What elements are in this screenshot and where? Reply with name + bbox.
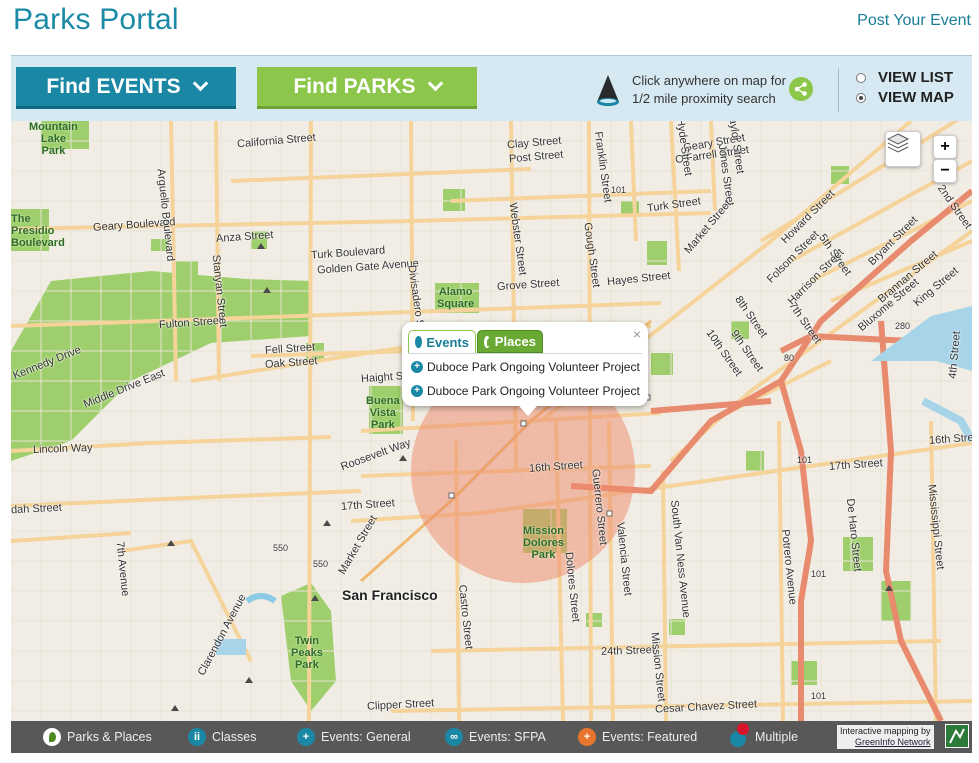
credit-line-1: Interactive mapping by — [840, 726, 931, 736]
view-list-label: VIEW LIST — [878, 69, 953, 86]
bottom-margin — [11, 753, 972, 763]
view-map-radio[interactable] — [856, 92, 866, 103]
find-parks-label: Find PARKS — [293, 74, 416, 98]
plus-icon — [415, 336, 423, 348]
greeninfo-logo-icon — [949, 728, 965, 744]
classes-icon: ii — [188, 728, 206, 746]
find-events-button[interactable]: Find EVENTS — [16, 67, 236, 109]
page-title: Parks Portal — [13, 3, 179, 36]
greeninfo-logo[interactable] — [945, 724, 969, 748]
popup-list-item[interactable]: + Duboce Park Ongoing Volunteer Project — [411, 360, 640, 374]
popup-pointer — [519, 406, 537, 416]
map-legend: Parks & Places ii Classes + Events: Gene… — [11, 721, 972, 753]
elevation-label: 550 — [313, 559, 329, 569]
park-label-mountain-lake: Mountain Lake Park — [29, 121, 78, 157]
post-event-link[interactable]: Post Your Event — [857, 12, 971, 30]
legend-events-sfpa[interactable]: ∞ Events: SFPA — [445, 721, 546, 753]
legend-multiple[interactable]: Multiple — [729, 721, 798, 753]
popup-tab-places[interactable]: Places — [477, 330, 543, 353]
greeninfo-link[interactable]: GreenInfo Network — [855, 737, 931, 747]
multiple-icon — [730, 723, 749, 747]
plus-icon: + — [578, 728, 596, 746]
map-popup: Events Places × + Duboce Park Ongoing Vo… — [402, 322, 648, 416]
mapping-credit: Interactive mapping by GreenInfo Network — [837, 725, 934, 749]
legend-label: Events: General — [321, 730, 411, 744]
view-list-radio[interactable] — [856, 72, 866, 83]
toolbar: Find EVENTS Find PARKS Click anywhere on… — [11, 55, 972, 121]
park-label-presidio: The Presidio Boulevard — [11, 213, 65, 249]
highway-shield: 101 — [611, 185, 627, 195]
find-parks-button[interactable]: Find PARKS — [257, 67, 477, 109]
share-icon — [794, 82, 807, 96]
park-label-alamo-square: Alamo Square — [437, 286, 475, 310]
toolbar-divider — [838, 68, 839, 112]
park-label-buena-vista: Buena Vista Park — [366, 395, 400, 431]
find-events-label: Find EVENTS — [46, 74, 181, 98]
leaf-icon — [43, 728, 61, 746]
view-map-option[interactable]: VIEW MAP — [856, 89, 954, 106]
legend-events-general[interactable]: + Events: General — [297, 721, 411, 753]
zoom-in-button[interactable]: + — [933, 135, 957, 159]
highway-shield: 101 — [797, 455, 813, 465]
elevation-label: 550 — [273, 543, 289, 553]
popup-tab-events-label: Events — [426, 334, 469, 350]
street-label: 24th Street — [600, 644, 656, 658]
legend-label: Classes — [212, 730, 257, 744]
park-label-mission-dolores: Mission Dolores Park — [523, 525, 564, 561]
popup-list-item[interactable]: + Duboce Park Ongoing Volunteer Project — [411, 384, 640, 398]
popup-divider — [408, 353, 642, 354]
plus-icon: + — [411, 385, 423, 397]
popup-item-label[interactable]: Duboce Park Ongoing Volunteer Project — [427, 360, 640, 374]
highway-shield: 101 — [811, 569, 827, 579]
proximity-hint: Click anywhere on map for 1/2 mile proxi… — [594, 72, 786, 108]
chevron-down-icon — [192, 75, 208, 92]
share-button[interactable] — [789, 77, 813, 101]
view-map-label: VIEW MAP — [878, 89, 954, 106]
park-label-twin-peaks: Twin Peaks Park — [291, 635, 323, 671]
city-label: San Francisco — [342, 587, 438, 603]
layers-button[interactable] — [885, 131, 921, 167]
proximity-line-2: 1/2 mile proximity search — [632, 91, 776, 106]
view-list-option[interactable]: VIEW LIST — [856, 69, 953, 86]
legend-events-featured[interactable]: + Events: Featured — [578, 721, 697, 753]
legend-label: Events: SFPA — [469, 730, 546, 744]
leaf-icon — [484, 335, 493, 348]
zoom-out-button[interactable]: − — [933, 159, 957, 183]
proximity-cone-icon — [597, 75, 619, 106]
chevron-down-icon — [427, 75, 443, 92]
legend-label: Parks & Places — [67, 730, 152, 744]
legend-parks-places[interactable]: Parks & Places — [43, 721, 152, 753]
highway-shield: 80 — [784, 353, 795, 363]
map[interactable]: Mountain Lake Park The Presidio Boulevard Al… — [11, 121, 972, 721]
highway-shield: 280 — [895, 321, 911, 331]
proximity-line-1: Click anywhere on map for — [632, 73, 786, 88]
legend-label: Events: Featured — [602, 730, 698, 744]
plus-icon: + — [411, 361, 423, 373]
plus-icon: + — [297, 728, 315, 746]
popup-close-button[interactable]: × — [633, 326, 641, 342]
popup-item-label[interactable]: Duboce Park Ongoing Volunteer Project — [427, 384, 640, 398]
sfpa-icon: ∞ — [445, 728, 463, 746]
street-label: Lincoln Way — [32, 441, 93, 457]
layers-icon — [886, 133, 910, 153]
highway-shield: 101 — [811, 691, 827, 701]
legend-label: Multiple — [755, 730, 799, 744]
map-basemap — [11, 121, 972, 721]
popup-tab-places-label: Places — [494, 334, 536, 349]
popup-tab-events[interactable]: Events — [408, 330, 476, 353]
legend-classes[interactable]: ii Classes — [188, 721, 256, 753]
